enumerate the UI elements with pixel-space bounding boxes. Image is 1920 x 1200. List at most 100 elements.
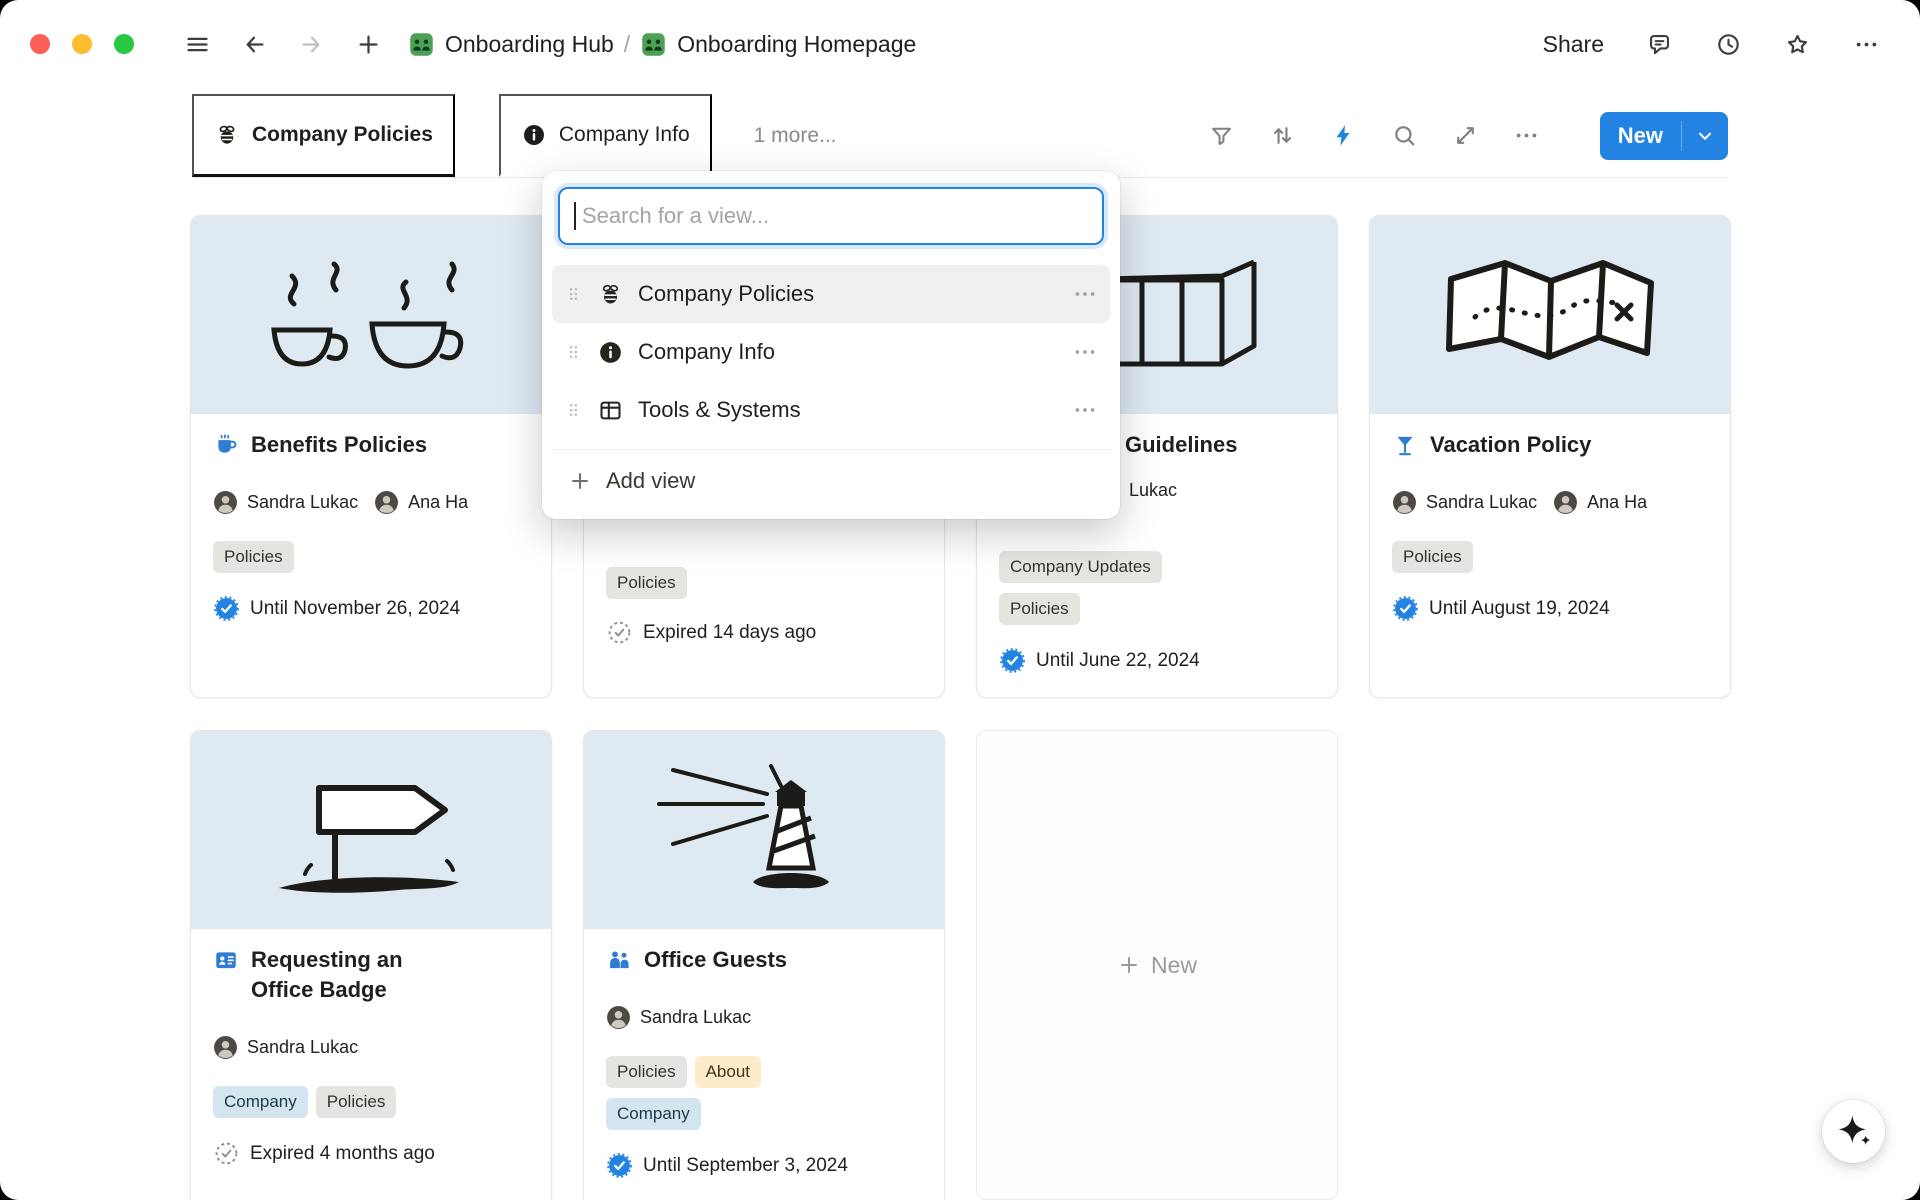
card-cover (191, 216, 551, 414)
card-body: Requesting an Office Badge Sandra Lukac … (191, 929, 551, 1167)
card-requesting-office-badge[interactable]: Requesting an Office Badge Sandra Lukac … (190, 730, 552, 1200)
new-button[interactable]: New (1600, 112, 1681, 160)
tag: About (695, 1056, 761, 1088)
expand-button[interactable] (1452, 122, 1479, 149)
view-options-button[interactable] (1513, 122, 1540, 149)
new-split-button: New (1600, 112, 1728, 160)
clock-history-icon (1715, 31, 1742, 58)
avatar (1392, 490, 1417, 515)
text-caret (574, 202, 576, 230)
sort-button[interactable] (1269, 122, 1296, 149)
card-vacation-policy[interactable]: Vacation Policy Sandra Lukac Ana Ha Poli… (1369, 215, 1731, 698)
card-office-guests[interactable]: Office Guests Sandra Lukac Policies Abou… (583, 730, 945, 1200)
forward-button[interactable] (298, 31, 325, 58)
card-title-row: Office Guests (606, 945, 922, 975)
drag-handle-icon[interactable] (564, 397, 583, 423)
card-cover (584, 731, 944, 929)
avatar (1553, 490, 1578, 515)
card-title-row: Guidelines (1125, 430, 1315, 460)
new-card-button[interactable]: New (976, 730, 1338, 1200)
tags-row: Policies (1392, 541, 1708, 573)
office-guests-icon (606, 947, 632, 973)
avatar (374, 490, 399, 515)
breadcrumb-item-hub[interactable]: Onboarding Hub (408, 31, 614, 58)
status-text: Expired 14 days ago (643, 622, 816, 644)
tags-row: Policies (606, 567, 816, 599)
view-menu-item-company-policies[interactable]: Company Policies (552, 265, 1110, 323)
status-text: Until August 19, 2024 (1429, 598, 1610, 620)
zoom-button[interactable] (114, 34, 134, 54)
breadcrumb-item-page[interactable]: Onboarding Homepage (640, 31, 916, 58)
tag: Company (606, 1098, 701, 1130)
tab-company-policies[interactable]: Company Policies (192, 94, 455, 177)
status-text: Until June 22, 2024 (1036, 650, 1200, 672)
view-menu-item-company-info[interactable]: Company Info (552, 323, 1110, 381)
info-icon (597, 339, 624, 366)
ellipsis-icon (1072, 281, 1098, 307)
automations-button[interactable] (1330, 122, 1357, 149)
favorite-button[interactable] (1784, 31, 1811, 58)
add-view-button[interactable]: Add view (552, 449, 1110, 511)
comments-button[interactable] (1646, 31, 1673, 58)
tab-company-info[interactable]: Company Info (499, 94, 712, 177)
chevron-down-icon (1694, 125, 1716, 147)
status-row: Until November 26, 2024 (213, 595, 529, 622)
status-row: Until June 22, 2024 (999, 647, 1315, 674)
verified-date-icon (1392, 595, 1419, 622)
person-name: Sandra Lukac (640, 1007, 751, 1028)
new-page-button[interactable] (355, 31, 382, 58)
filter-button[interactable] (1208, 122, 1235, 149)
minimize-button[interactable] (72, 34, 92, 54)
status-text: Until November 26, 2024 (250, 598, 460, 620)
card-title-row: Benefits Policies (213, 430, 529, 460)
people-row: Lukac (1129, 480, 1315, 501)
status-row: Until September 3, 2024 (606, 1152, 922, 1179)
avatar (213, 490, 238, 515)
back-arrow-icon (241, 31, 268, 58)
view-search-input[interactable] (558, 187, 1104, 245)
drag-handle-icon[interactable] (564, 281, 583, 307)
view-item-more-button[interactable] (1072, 397, 1098, 423)
view-toolbar: New (1208, 112, 1728, 160)
tag: Company Updates (999, 551, 1162, 583)
view-item-label: Company Info (638, 339, 775, 365)
search-button[interactable] (1391, 122, 1418, 149)
status-text: Expired 4 months ago (250, 1143, 435, 1165)
topbar-actions: Share (1543, 31, 1880, 58)
tag: Policies (316, 1086, 397, 1118)
view-item-more-button[interactable] (1072, 339, 1098, 365)
card-cover (1370, 216, 1730, 414)
card-title: Benefits Policies (251, 430, 427, 460)
expired-date-icon (606, 619, 633, 646)
ellipsis-icon (1072, 397, 1098, 423)
plus-icon (355, 31, 382, 58)
updates-button[interactable] (1715, 31, 1742, 58)
back-button[interactable] (241, 31, 268, 58)
people-row: Sandra Lukac (213, 1035, 529, 1060)
table-icon (597, 397, 624, 424)
verified-date-icon (213, 595, 240, 622)
view-menu-item-tools-systems[interactable]: Tools & Systems (552, 381, 1110, 439)
expand-arrows-icon (1452, 122, 1479, 149)
people-row: Sandra Lukac Ana Ha (213, 490, 529, 515)
sidebar-toggle-button[interactable] (184, 31, 211, 58)
card-benefits-policies[interactable]: Benefits Policies Sandra Lukac Ana Ha Po… (190, 215, 552, 698)
expired-date-icon (213, 1140, 240, 1167)
more-options-button[interactable] (1853, 31, 1880, 58)
view-item-more-button[interactable] (1072, 281, 1098, 307)
ai-assistant-button[interactable] (1822, 1100, 1885, 1163)
drag-handle-icon[interactable] (564, 339, 583, 365)
person-name: Sandra Lukac (247, 1037, 358, 1058)
tabs-more-button[interactable]: 1 more... (748, 123, 843, 149)
office-badge-icon (213, 947, 239, 973)
tags-row: Company Updates (999, 551, 1315, 583)
tags-row: Company Policies (213, 1086, 529, 1118)
benefits-policies-icon (213, 432, 239, 458)
new-card-label: New (1151, 952, 1197, 979)
new-dropdown-button[interactable] (1682, 112, 1728, 160)
share-button[interactable]: Share (1543, 31, 1604, 58)
close-button[interactable] (30, 34, 50, 54)
filter-icon (1208, 122, 1235, 149)
people-row: Sandra Lukac (606, 1005, 922, 1030)
status-row: Until August 19, 2024 (1392, 595, 1708, 622)
